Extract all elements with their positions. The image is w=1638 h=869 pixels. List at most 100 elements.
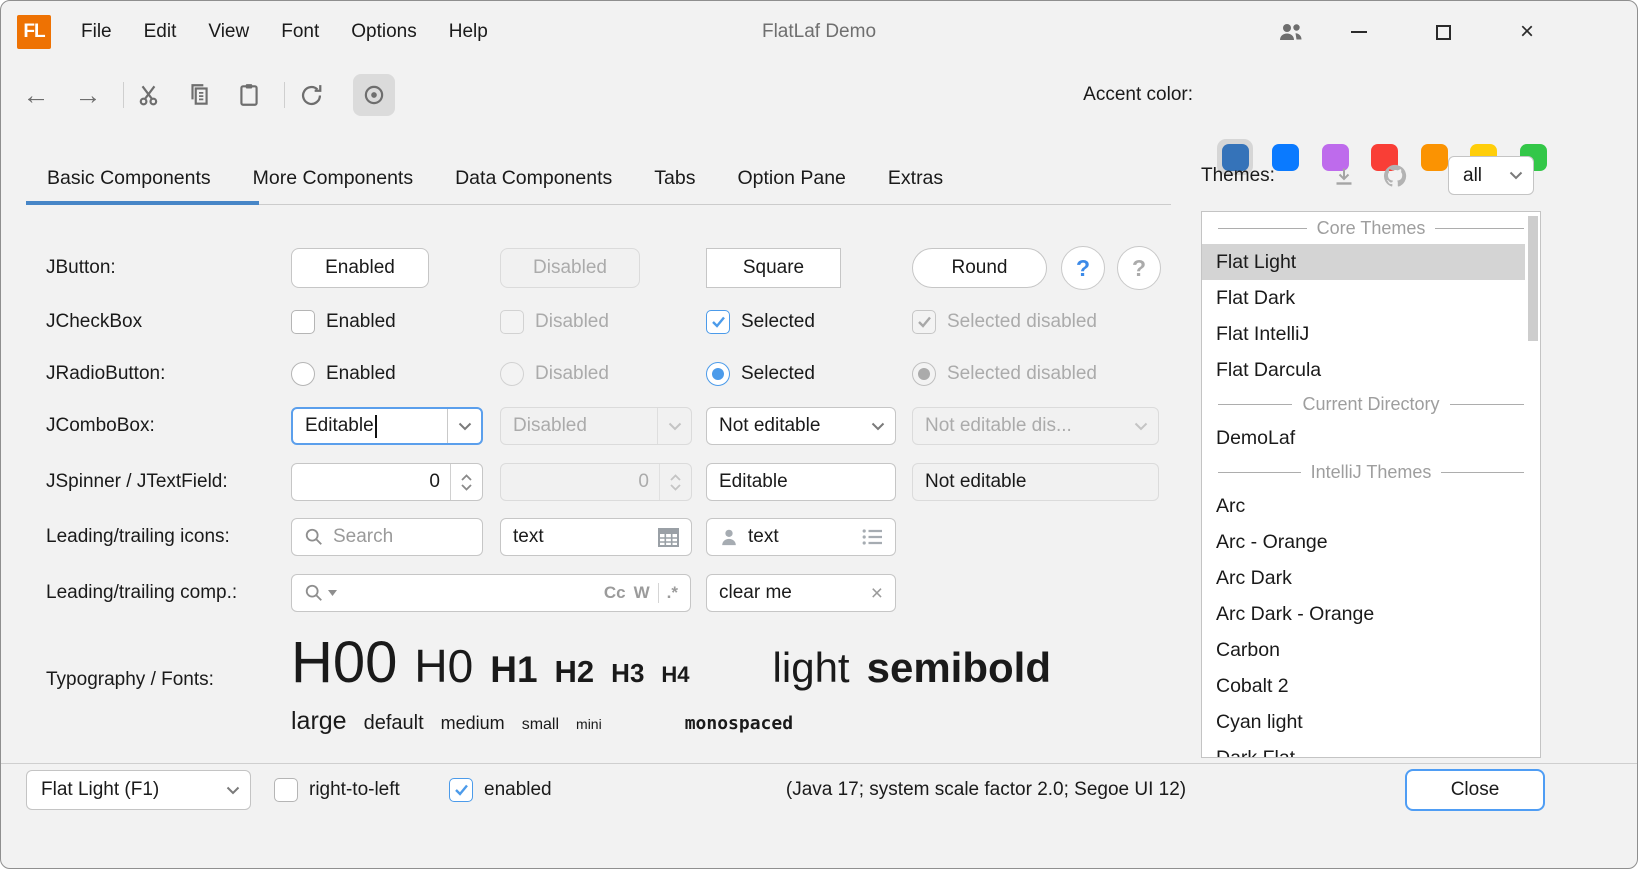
github-button[interactable] xyxy=(1379,160,1411,192)
spinner-buttons[interactable] xyxy=(450,464,482,500)
typography-h3: H3 xyxy=(611,658,644,689)
checkbox-enabled[interactable]: Enabled xyxy=(291,305,396,339)
show-hidden-toggle-button[interactable] xyxy=(353,74,395,116)
whole-word-toggle[interactable]: W xyxy=(634,583,650,603)
calendar-grid-icon[interactable] xyxy=(658,528,679,547)
menu-font[interactable]: Font xyxy=(265,15,335,49)
chevron-down-icon[interactable] xyxy=(447,409,481,443)
checkbox-label: enabled xyxy=(484,779,552,801)
tab-more-components[interactable]: More Components xyxy=(232,153,434,204)
themes-label: Themes: xyxy=(1201,165,1275,187)
tab-tabs[interactable]: Tabs xyxy=(633,153,716,204)
toolbar: ← → Accent color: xyxy=(1,63,1637,127)
spinner[interactable]: 0 xyxy=(291,463,483,501)
square-button[interactable]: Square xyxy=(706,248,841,288)
spinner-up-icon xyxy=(670,474,681,481)
app-logo: FL xyxy=(17,15,51,49)
radio-circle xyxy=(291,362,315,386)
theme-item-arc-dark-orange[interactable]: Arc Dark - Orange xyxy=(1202,596,1525,632)
theme-item-flat-dark[interactable]: Flat Dark xyxy=(1202,280,1525,316)
checkbox-box-checked xyxy=(912,310,936,334)
clear-icon[interactable]: × xyxy=(871,583,883,604)
users-icon[interactable] xyxy=(1269,13,1313,51)
close-icon: × xyxy=(1520,20,1534,44)
editable-textfield[interactable]: Editable xyxy=(706,463,896,501)
spinner-up-icon xyxy=(461,474,472,481)
copy-icon xyxy=(186,82,212,108)
menu-options[interactable]: Options xyxy=(335,15,432,49)
right-to-left-checkbox[interactable]: right-to-left xyxy=(274,773,400,807)
theme-item-arc-orange[interactable]: Arc - Orange xyxy=(1202,524,1525,560)
cut-button[interactable] xyxy=(128,74,170,116)
forward-button[interactable]: → xyxy=(67,74,109,116)
tab-option-pane[interactable]: Option Pane xyxy=(716,153,866,204)
copy-button[interactable] xyxy=(178,74,220,116)
typography-h2: H2 xyxy=(555,654,595,690)
enabled-button[interactable]: Enabled xyxy=(291,248,429,288)
typography-default: default xyxy=(364,712,424,735)
textfield-value: clear me xyxy=(719,582,792,604)
theme-item-arc[interactable]: Arc xyxy=(1202,488,1525,524)
minimize-button[interactable] xyxy=(1337,13,1381,51)
checkbox-selected[interactable]: Selected xyxy=(706,305,815,339)
match-case-toggle[interactable]: Cc xyxy=(604,583,626,603)
enabled-checkbox[interactable]: enabled xyxy=(449,773,552,807)
radio-enabled[interactable]: Enabled xyxy=(291,357,396,391)
radio-selected[interactable]: Selected xyxy=(706,357,815,391)
search-with-options-field[interactable]: Cc W .* xyxy=(291,574,691,612)
menu-edit[interactable]: Edit xyxy=(128,15,193,49)
menu-help[interactable]: Help xyxy=(433,15,504,49)
paste-button[interactable] xyxy=(228,74,270,116)
tab-extras[interactable]: Extras xyxy=(867,153,964,204)
close-window-button[interactable]: × xyxy=(1505,13,1549,51)
theme-item-cyan-light[interactable]: Cyan light xyxy=(1202,704,1525,740)
back-button[interactable]: ← xyxy=(15,74,57,116)
spinner-down-icon xyxy=(670,484,681,491)
regex-toggle[interactable]: .* xyxy=(667,583,678,603)
theme-item-flat-intellij[interactable]: Flat IntelliJ xyxy=(1202,316,1525,352)
search-icon xyxy=(304,527,324,547)
theme-item-carbon[interactable]: Carbon xyxy=(1202,632,1525,668)
themes-scrollbar[interactable] xyxy=(1527,213,1539,758)
clearable-field[interactable]: clear me × xyxy=(706,574,896,612)
typography-large: large xyxy=(291,707,347,736)
themes-filter-combobox[interactable]: all xyxy=(1448,156,1534,195)
typography-monospaced: monospaced xyxy=(685,713,793,734)
theme-item-arc-dark[interactable]: Arc Dark xyxy=(1202,560,1525,596)
themes-scrollbar-thumb[interactable] xyxy=(1528,216,1538,341)
not-editable-combobox[interactable]: Not editable xyxy=(706,407,896,445)
checkbox-box xyxy=(291,310,315,334)
help-button-enabled[interactable]: ? xyxy=(1061,246,1105,290)
accent-swatch-color xyxy=(1421,144,1448,171)
cut-icon xyxy=(136,82,162,108)
theme-item-flat-darcula[interactable]: Flat Darcula xyxy=(1202,352,1525,388)
text-field-user-list[interactable]: text xyxy=(706,518,896,556)
disabled-combobox: Disabled xyxy=(500,407,692,445)
look-and-feel-combobox[interactable]: Flat Light (F1) xyxy=(26,770,251,810)
tab-data-components[interactable]: Data Components xyxy=(434,153,633,204)
menu-view[interactable]: View xyxy=(192,15,265,49)
download-themes-button[interactable] xyxy=(1329,162,1359,192)
menu-file[interactable]: File xyxy=(65,15,128,49)
maximize-button[interactable] xyxy=(1421,13,1465,51)
accent-swatch-orange[interactable] xyxy=(1416,139,1452,175)
theme-item-cobalt-2[interactable]: Cobalt 2 xyxy=(1202,668,1525,704)
disabled-button: Disabled xyxy=(500,248,640,288)
theme-item-dark-flat[interactable]: Dark Flat xyxy=(1202,740,1525,758)
tab-basic-components[interactable]: Basic Components xyxy=(26,153,232,204)
accent-color-label: Accent color: xyxy=(1083,84,1193,106)
refresh-button[interactable] xyxy=(290,74,332,116)
close-button[interactable]: Close xyxy=(1405,769,1545,811)
themes-list: Core Themes Flat Light Flat Dark Flat In… xyxy=(1201,211,1541,758)
text-field-calendar[interactable]: text xyxy=(500,518,692,556)
toolbar-separator xyxy=(123,82,124,108)
jcombobox-row-label: JComboBox: xyxy=(46,415,155,437)
checkbox-box xyxy=(274,778,298,802)
list-icon[interactable] xyxy=(862,528,883,546)
round-button[interactable]: Round xyxy=(912,248,1047,288)
editable-combobox[interactable]: Editable xyxy=(291,407,483,445)
chevron-down-icon xyxy=(657,408,691,444)
theme-item-demolaf[interactable]: DemoLaf xyxy=(1202,420,1525,456)
theme-item-flat-light[interactable]: Flat Light xyxy=(1202,244,1525,280)
search-field[interactable]: Search xyxy=(291,518,483,556)
